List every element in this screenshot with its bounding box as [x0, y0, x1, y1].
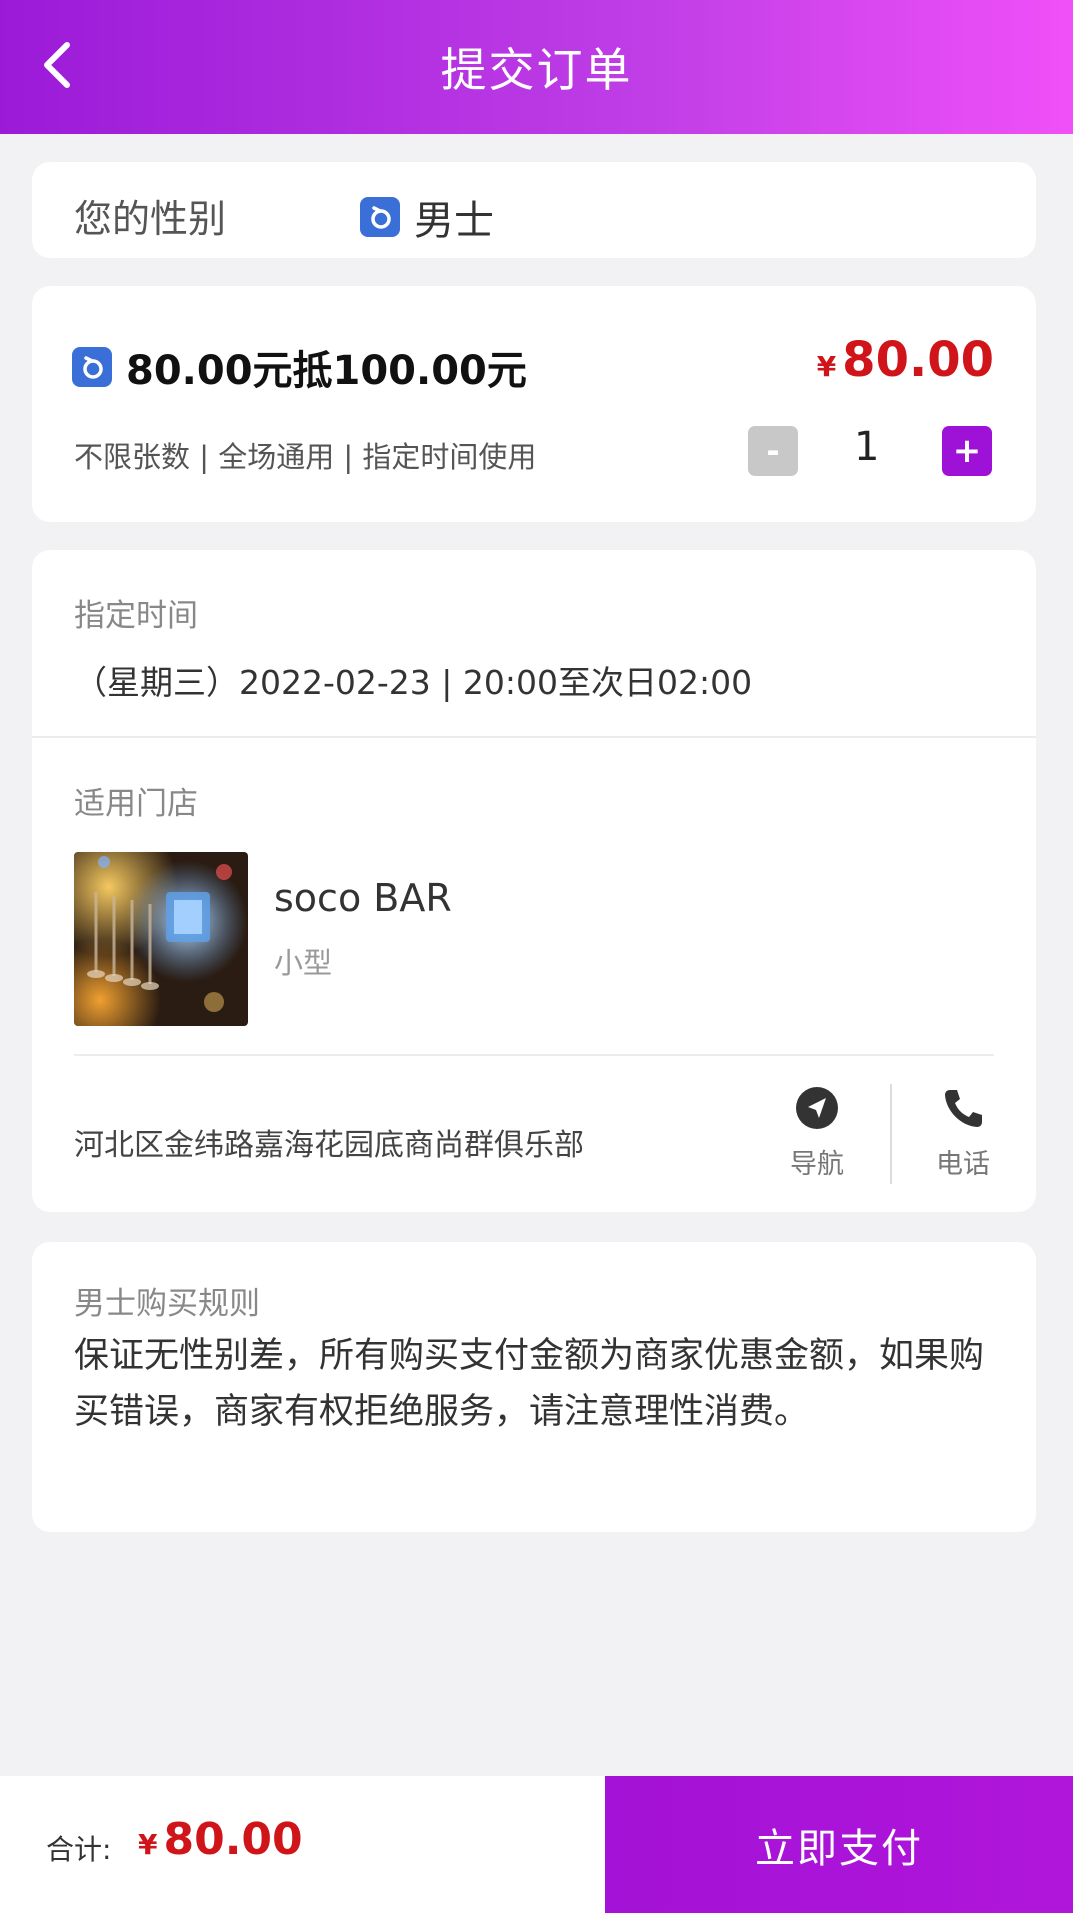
currency-symbol: ¥	[138, 1828, 158, 1861]
voucher-title-row: 80.00元抵100.00元	[72, 338, 527, 396]
currency-symbol: ¥	[816, 350, 837, 383]
total-label: 合计:	[46, 1833, 112, 1866]
total-price: ¥ 80.00	[138, 1814, 303, 1865]
gender-value: 男士	[360, 188, 494, 246]
divider	[32, 736, 1036, 738]
store-address: 河北区金纬路嘉海花园底商尚群俱乐部	[74, 1128, 584, 1163]
rules-text: 保证无性别差，所有购买支付金额为商家优惠金额，如果购买错误，商家有权拒绝服务，请…	[74, 1336, 985, 1432]
navigation-button[interactable]: 导航	[772, 1086, 862, 1196]
voucher-price: ¥ 80.00	[817, 332, 994, 388]
rules-card: 男士购买规则 保证无性别差，所有购买支付金额为商家优惠金额，如果购买错误，商家有…	[32, 1242, 1036, 1532]
rules-title: 男士购买规则	[74, 1286, 260, 1322]
bottom-bar: 合计: ¥ 80.00 立即支付	[0, 1776, 1073, 1913]
chevron-left-icon	[44, 42, 70, 88]
vertical-divider	[890, 1084, 892, 1184]
male-icon	[360, 197, 400, 237]
store-image[interactable]	[74, 852, 248, 1026]
navigation-icon	[796, 1087, 838, 1129]
navigation-label: 导航	[790, 1149, 844, 1180]
quantity-minus-button[interactable]: -	[748, 426, 798, 476]
voucher-description: 不限张数 | 全场通用 | 指定时间使用	[74, 440, 537, 474]
quantity-value: 1	[854, 424, 880, 470]
gender-text: 男士	[414, 198, 494, 244]
pay-now-button[interactable]: 立即支付	[605, 1776, 1073, 1913]
divider	[74, 1054, 994, 1056]
back-button[interactable]	[22, 30, 92, 100]
gender-card: 您的性别 男士	[32, 162, 1036, 258]
store-name: soco BAR	[274, 876, 452, 920]
price-amount: 80.00	[842, 332, 994, 388]
store-label: 适用门店	[74, 786, 198, 822]
store-type: 小型	[274, 946, 333, 980]
voucher-title: 80.00元抵100.00元	[126, 348, 527, 394]
phone-icon	[945, 1090, 982, 1127]
quantity-plus-button[interactable]: +	[942, 426, 992, 476]
phone-button[interactable]: 电话	[918, 1086, 1008, 1196]
time-store-card: 指定时间 （星期三）2022-02-23 | 20:00至次日02:00 适用门…	[32, 550, 1036, 1212]
voucher-card: 80.00元抵100.00元 ¥ 80.00 不限张数 | 全场通用 | 指定时…	[32, 286, 1036, 522]
time-value: （星期三）2022-02-23 | 20:00至次日02:00	[74, 663, 753, 702]
phone-label: 电话	[936, 1149, 990, 1180]
page-title: 提交订单	[440, 43, 633, 97]
total-amount: 80.00	[163, 1814, 303, 1865]
header-bar: 提交订单	[0, 0, 1073, 134]
time-label: 指定时间	[74, 598, 198, 634]
gender-label: 您的性别	[74, 197, 227, 241]
male-icon	[72, 347, 112, 387]
